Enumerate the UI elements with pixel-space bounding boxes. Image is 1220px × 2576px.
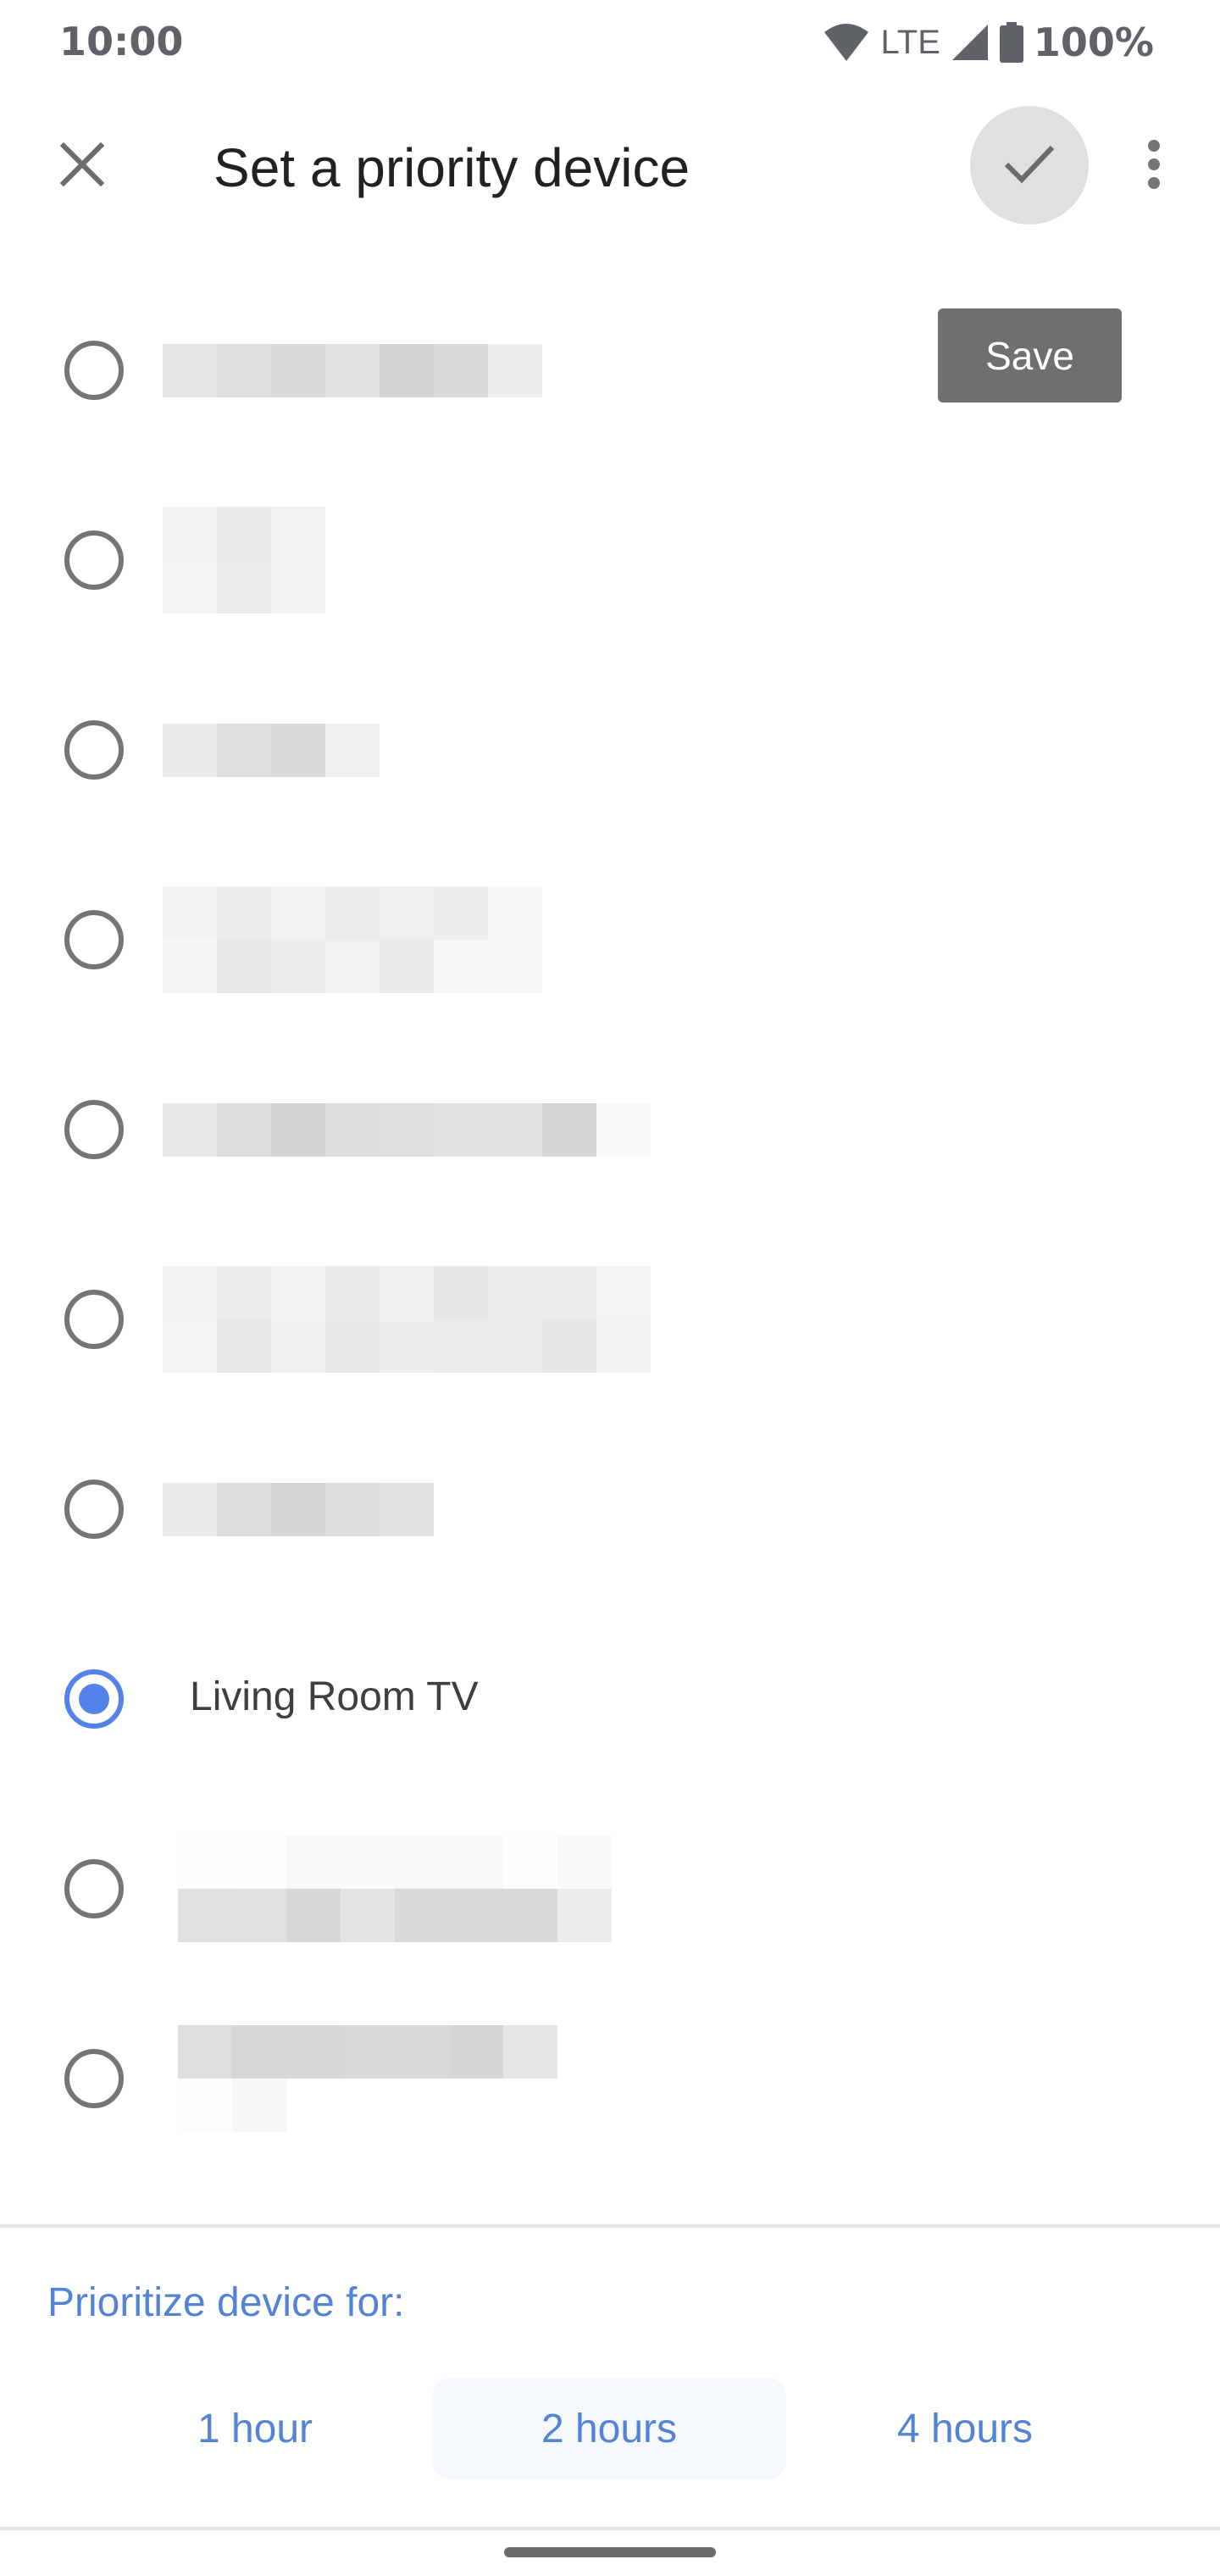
radio-button[interactable] bbox=[64, 341, 124, 400]
device-name-redacted bbox=[163, 723, 380, 777]
status-time: 10:00 bbox=[59, 19, 184, 64]
duration-option-1-hour[interactable]: 1 hour bbox=[78, 2378, 432, 2479]
save-confirm-button[interactable] bbox=[970, 106, 1089, 225]
radio-button[interactable] bbox=[64, 910, 124, 969]
signal-icon bbox=[951, 23, 990, 62]
device-row[interactable]: Living Room TV bbox=[0, 1604, 1220, 1794]
device-name-redacted bbox=[178, 1835, 612, 1942]
close-icon bbox=[59, 142, 105, 191]
redacted-line bbox=[163, 723, 380, 777]
prioritize-label: Prioritize device for: bbox=[47, 2280, 405, 2325]
device-row[interactable] bbox=[0, 845, 1220, 1035]
radio-button-selected[interactable] bbox=[64, 1669, 124, 1729]
radio-button[interactable] bbox=[64, 1290, 124, 1349]
device-row[interactable] bbox=[0, 275, 1220, 465]
check-icon bbox=[1003, 142, 1056, 189]
radio-button[interactable] bbox=[64, 720, 124, 780]
more-vert-icon bbox=[1147, 139, 1161, 194]
device-name: Living Room TV bbox=[190, 1674, 479, 1719]
device-row[interactable] bbox=[0, 1035, 1220, 1224]
device-row[interactable] bbox=[0, 1984, 1220, 2174]
radio-button[interactable] bbox=[64, 1100, 124, 1159]
redacted-line bbox=[163, 1482, 434, 1536]
status-icons: LTE 100% bbox=[823, 19, 1154, 66]
device-name-redacted bbox=[163, 1102, 651, 1157]
redacted-line bbox=[163, 507, 325, 560]
redacted-line bbox=[178, 1835, 612, 1889]
redacted-line bbox=[163, 343, 542, 397]
redacted-line bbox=[178, 1889, 612, 1942]
device-name-redacted bbox=[163, 507, 325, 613]
duration-option-4-hours[interactable]: 4 hours bbox=[788, 2378, 1142, 2479]
redacted-line bbox=[163, 560, 325, 613]
redacted-line bbox=[163, 1102, 651, 1157]
redacted-line bbox=[163, 940, 542, 993]
radio-button[interactable] bbox=[64, 1859, 124, 1918]
device-row[interactable] bbox=[0, 655, 1220, 845]
redacted-line bbox=[163, 1319, 651, 1373]
battery-percent: 100% bbox=[1033, 19, 1154, 65]
device-name-redacted bbox=[163, 886, 542, 993]
device-name-redacted bbox=[163, 1482, 434, 1536]
redacted-line bbox=[163, 1266, 651, 1319]
panel-divider-bottom bbox=[0, 2527, 1220, 2530]
redacted-line bbox=[163, 886, 542, 940]
duration-option-2-hours[interactable]: 2 hours bbox=[432, 2378, 786, 2479]
network-type: LTE bbox=[880, 23, 940, 61]
panel-divider-top bbox=[0, 2224, 1220, 2228]
more-options-button[interactable] bbox=[1128, 132, 1179, 200]
device-row[interactable] bbox=[0, 465, 1220, 655]
radio-button[interactable] bbox=[64, 530, 124, 590]
gesture-nav-handle[interactable] bbox=[504, 2547, 716, 2557]
device-row[interactable] bbox=[0, 1414, 1220, 1604]
page-title: Set a priority device bbox=[214, 137, 690, 198]
redacted-line bbox=[178, 2079, 557, 2132]
wifi-icon bbox=[823, 22, 870, 63]
device-name-redacted bbox=[178, 2025, 557, 2132]
radio-button[interactable] bbox=[64, 1480, 124, 1539]
device-row[interactable] bbox=[0, 1794, 1220, 1984]
device-name-redacted bbox=[163, 343, 542, 397]
close-button[interactable] bbox=[48, 132, 116, 200]
device-name-redacted bbox=[163, 1266, 651, 1373]
radio-button[interactable] bbox=[64, 2049, 124, 2108]
device-row[interactable] bbox=[0, 1224, 1220, 1414]
battery-icon bbox=[999, 22, 1023, 63]
redacted-line bbox=[178, 2025, 557, 2079]
